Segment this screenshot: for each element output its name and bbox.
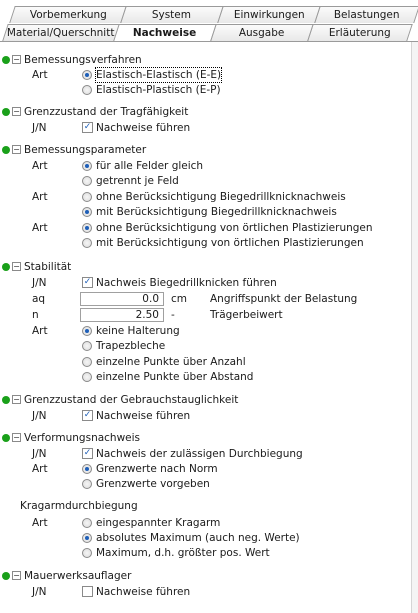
n-input[interactable]: 2.50 (80, 308, 164, 322)
option-mit-plast[interactable]: mit Berücksichtigung von örtlichen Plast… (96, 236, 364, 250)
tab-material-querschnitt[interactable]: Material/Querschnitt (2, 24, 120, 41)
checkbox-bdk[interactable]: ✓ (82, 277, 93, 288)
radio-ohne-plast[interactable] (82, 223, 92, 233)
tab-nachweise[interactable]: Nachweise (113, 24, 217, 41)
checkbox-label[interactable]: Nachweis Biegedrillknicken führen (96, 276, 277, 290)
radio-alle-felder[interactable] (82, 161, 92, 171)
option-je-feld[interactable]: getrennt je Feld (96, 174, 179, 188)
aq-description: Angriffspunkt der Belastung (210, 293, 358, 305)
section-title: Mauerwerksauflager (24, 570, 132, 582)
option-elastisch-plastisch[interactable]: Elastisch-Plastisch (E-P) (96, 83, 221, 97)
art-label: Art (32, 69, 48, 81)
art-label: Art (32, 517, 48, 529)
option-ohne-plast[interactable]: ohne Berücksichtigung von örtlichen Plas… (96, 221, 373, 235)
option-grenzwerte-norm[interactable]: Grenzwerte nach Norm (96, 462, 218, 476)
status-dot-icon (2, 108, 10, 116)
checkbox-durchbiegung[interactable]: ✓ (82, 448, 93, 459)
radio-je-feld[interactable] (82, 176, 92, 186)
status-dot-icon (2, 263, 10, 271)
art-label: Art (32, 222, 48, 234)
radio-punkte-abstand[interactable] (82, 372, 92, 382)
art-label: Art (32, 325, 48, 337)
checkbox-tragfaehigkeit[interactable]: ✓ (82, 122, 93, 133)
collapse-icon[interactable]: − (12, 145, 21, 154)
collapse-icon[interactable]: − (12, 433, 21, 442)
radio-grenzwerte-vorgeben[interactable] (82, 479, 92, 489)
jn-label: J/N (32, 122, 47, 134)
tab-einwirkungen[interactable]: Einwirkungen (217, 6, 321, 23)
option-punkte-anzahl[interactable]: einzelne Punkte über Anzahl (96, 355, 246, 369)
n-unit: - (171, 309, 175, 321)
option-elastisch-elastisch[interactable]: Elastisch-Elastisch (E-E) (94, 67, 223, 83)
tab-belastungen[interactable]: Belastungen (314, 6, 418, 23)
option-ohne-bdk[interactable]: ohne Berücksichtigung Biegedrillknicknac… (96, 190, 346, 204)
tab-erlaeuterung[interactable]: Erläuterung (307, 24, 413, 41)
option-trapezbleche[interactable]: Trapezbleche (96, 339, 165, 353)
tab-system[interactable]: System (120, 6, 224, 23)
radio-eingespannt[interactable] (82, 518, 92, 528)
jn-label: J/N (32, 448, 47, 460)
jn-label: J/N (32, 410, 47, 422)
status-dot-icon (2, 146, 10, 154)
section-title: Stabilität (24, 261, 72, 273)
collapse-icon[interactable]: − (12, 571, 21, 580)
option-absolutes-maximum[interactable]: absolutes Maximum (auch neg. Werte) (96, 531, 300, 545)
radio-punkte-anzahl[interactable] (82, 357, 92, 367)
option-mit-bdk[interactable]: mit Berücksichtigung Biegedrillknicknach… (96, 205, 337, 219)
section-title: Verformungsnachweis (24, 432, 141, 444)
checkbox-gebrauchstauglichkeit[interactable]: ✓ (82, 410, 93, 421)
tab-ausgabe[interactable]: Ausgabe (210, 24, 314, 41)
status-dot-icon (2, 572, 10, 580)
radio-trapezbleche[interactable] (82, 341, 92, 351)
radio-ep[interactable] (82, 85, 92, 95)
option-grenzwerte-vorgeben[interactable]: Grenzwerte vorgeben (96, 477, 210, 491)
option-eingespannt[interactable]: eingespannter Kragarm (96, 516, 220, 530)
status-dot-icon (2, 396, 10, 404)
checkbox-mauerwerk[interactable] (82, 586, 93, 597)
aq-unit: cm (171, 293, 188, 305)
collapse-icon[interactable]: − (12, 262, 21, 271)
tab-row-1: Vorbemerkung System Einwirkungen Belastu… (9, 6, 418, 23)
collapse-icon[interactable]: − (12, 107, 21, 116)
radio-ohne-bdk[interactable] (82, 192, 92, 202)
tab-divider (0, 41, 418, 42)
n-label: n (32, 309, 39, 321)
section-title: Grenzzustand der Tragfähigkeit (24, 106, 189, 118)
radio-absolutes-maximum[interactable] (82, 533, 92, 543)
option-punkte-abstand[interactable]: einzelne Punkte über Abstand (96, 370, 253, 384)
art-label: Art (32, 160, 48, 172)
checkbox-label[interactable]: Nachweise führen (96, 409, 190, 423)
scrollbar[interactable] (411, 42, 418, 613)
status-dot-icon (2, 434, 10, 442)
n-description: Trägerbeiwert (210, 309, 283, 321)
section-title: Grenzzustand der Gebrauchstauglichkeit (24, 394, 239, 406)
option-keine-halterung[interactable]: keine Halterung (96, 324, 180, 338)
aq-input[interactable]: 0.0 (80, 292, 164, 306)
radio-keine-halterung[interactable] (82, 326, 92, 336)
checkbox-label[interactable]: Nachweise führen (96, 585, 190, 599)
jn-label: J/N (32, 277, 47, 289)
art-label: Art (32, 191, 48, 203)
radio-grenzwerte-norm[interactable] (82, 464, 92, 474)
status-dot-icon (2, 56, 10, 64)
radio-maximum-pos[interactable] (82, 548, 92, 558)
option-maximum-pos[interactable]: Maximum, d.h. größter pos. Wert (96, 546, 270, 560)
radio-mit-plast[interactable] (82, 238, 92, 248)
section-title: Bemessungsverfahren (24, 54, 142, 66)
jn-label: J/N (32, 586, 47, 598)
collapse-icon[interactable]: − (12, 395, 21, 404)
tab-vorbemerkung[interactable]: Vorbemerkung (9, 6, 127, 23)
radio-mit-bdk[interactable] (82, 207, 92, 217)
checkbox-label[interactable]: Nachweise führen (96, 121, 190, 135)
collapse-icon[interactable]: − (12, 55, 21, 64)
section-title: Bemessungsparameter (24, 144, 147, 156)
checkbox-label[interactable]: Nachweis der zulässigen Durchbiegung (96, 447, 303, 461)
tab-row-2: Material/Querschnitt Nachweise Ausgabe E… (2, 24, 413, 41)
radio-ee[interactable] (82, 70, 92, 80)
aq-label: aq (32, 293, 46, 305)
art-label: Art (32, 463, 48, 475)
option-alle-felder[interactable]: für alle Felder gleich (96, 159, 203, 173)
kragarm-subtitle: Kragarmdurchbiegung (20, 500, 138, 512)
